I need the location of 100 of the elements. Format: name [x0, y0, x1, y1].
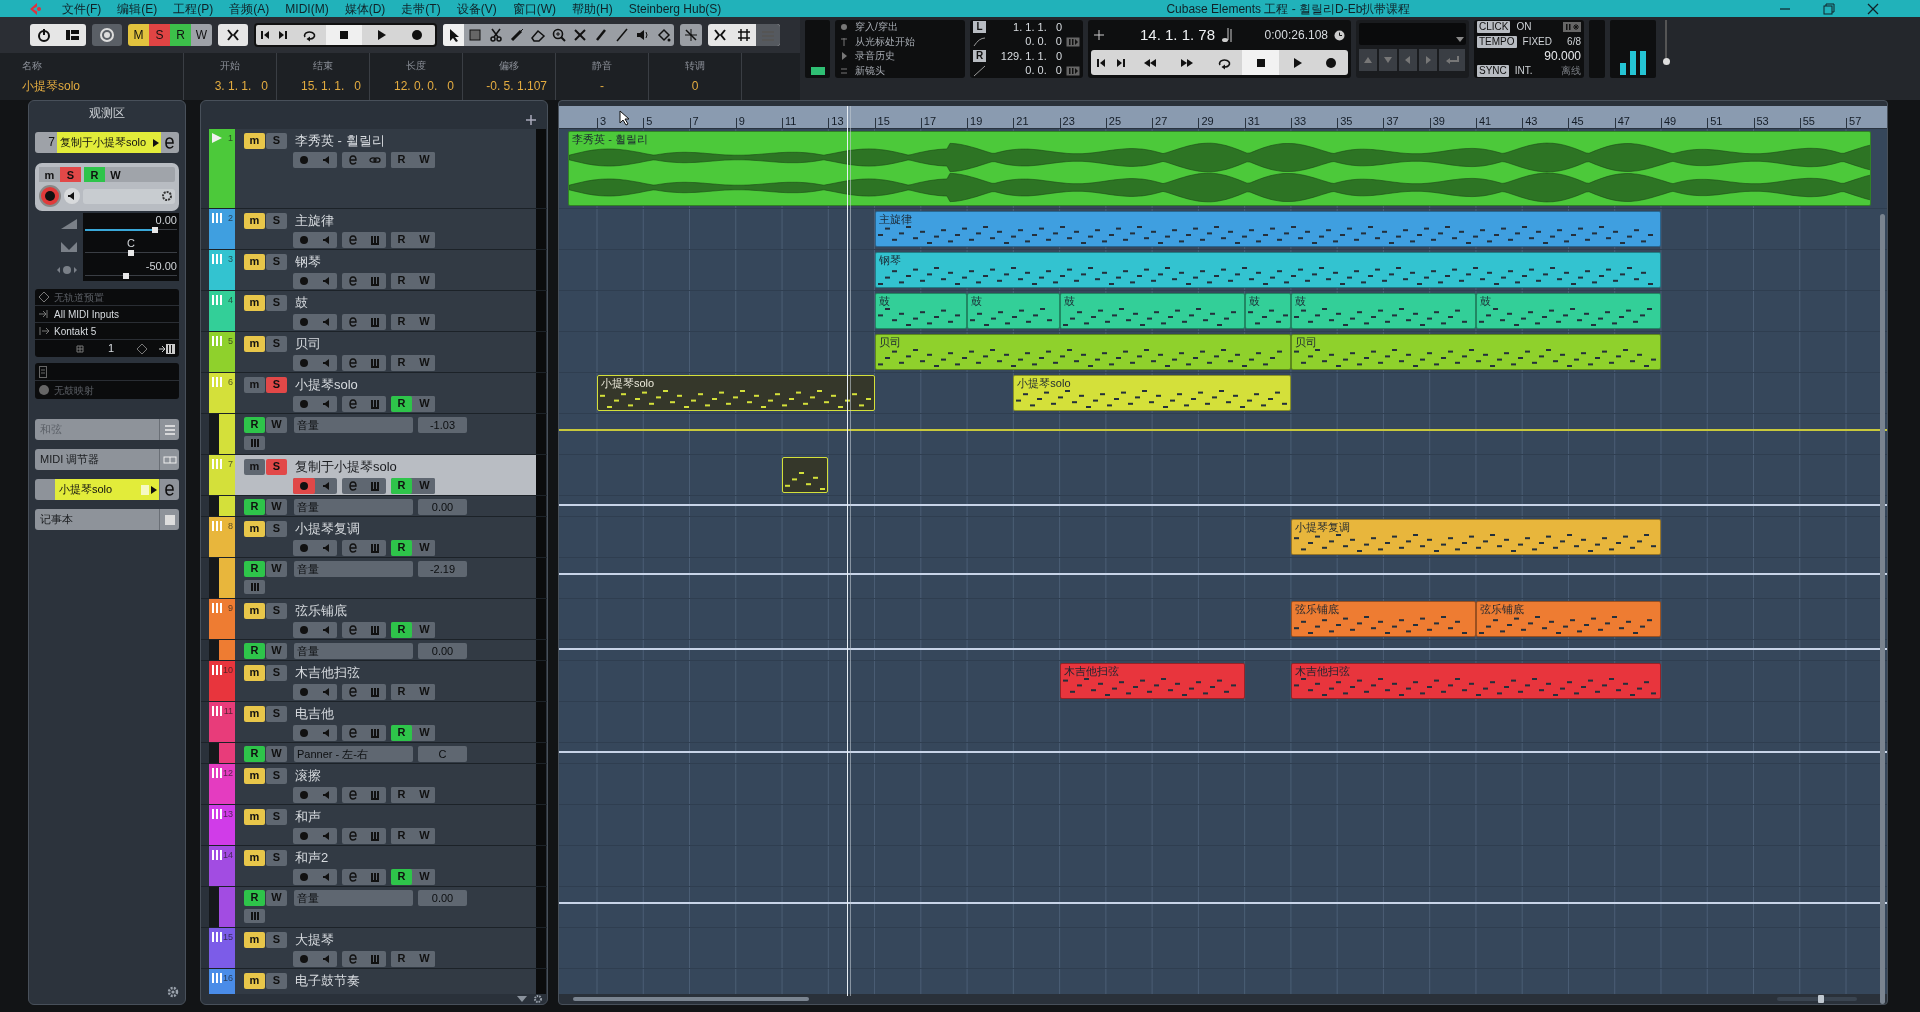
- read-button[interactable]: R: [391, 477, 412, 494]
- read-button[interactable]: R: [84, 167, 105, 182]
- track-header[interactable]: m S 小提琴复调 R W: [235, 516, 536, 557]
- track-name[interactable]: 小提琴复调: [295, 522, 360, 536]
- mode-button[interactable]: R: [170, 24, 191, 46]
- solo-button[interactable]: S: [60, 167, 81, 182]
- locator-value[interactable]: 0. 0. 0: [990, 65, 1062, 77]
- midi-part[interactable]: 贝司: [874, 334, 1291, 370]
- read-button[interactable]: R: [244, 745, 265, 762]
- position-display[interactable]: 14. 1. 1. 78: [1140, 23, 1216, 47]
- mute-button[interactable]: m: [244, 132, 265, 149]
- routing-field[interactable]: Kontakt 5: [54, 323, 97, 339]
- mute-button[interactable]: m: [244, 294, 265, 311]
- track-header[interactable]: m S 和声2 R W: [235, 845, 536, 886]
- read-button[interactable]: R: [391, 539, 412, 556]
- locator-value[interactable]: 129. 1. 1. 0: [990, 50, 1062, 62]
- track-name[interactable]: 李秀英 - 휠릴리: [295, 134, 385, 148]
- mute-button[interactable]: m: [244, 849, 265, 866]
- read-button[interactable]: R: [391, 621, 412, 638]
- slider-value[interactable]: 0.00: [85, 215, 177, 227]
- track-name[interactable]: 电子鼓节奏: [295, 974, 360, 988]
- track-name[interactable]: 木吉他扫弦: [295, 666, 360, 680]
- mute-button[interactable]: m: [244, 972, 265, 989]
- solo-button[interactable]: S: [266, 376, 287, 393]
- tempo-value[interactable]: 90.000: [1544, 50, 1581, 63]
- midi-part[interactable]: 贝司: [1290, 334, 1661, 370]
- field-value[interactable]: -0. 5. 1.107: [471, 77, 547, 95]
- midi-part[interactable]: 鼓: [967, 293, 1060, 329]
- midi-part[interactable]: 木吉他扫弦: [1290, 663, 1661, 699]
- read-button[interactable]: R: [244, 642, 265, 659]
- menu-item[interactable]: 走带(T): [401, 0, 441, 18]
- menu-item[interactable]: Steinberg Hub(S): [628, 0, 722, 18]
- menu-item[interactable]: 设备(V): [456, 0, 497, 18]
- read-button[interactable]: R: [391, 395, 412, 412]
- menu-item[interactable]: MIDI(M): [285, 0, 329, 18]
- midi-part[interactable]: 钢琴: [874, 252, 1661, 288]
- mode-button[interactable]: W: [191, 24, 212, 46]
- midi-part[interactable]: 鼓: [1290, 293, 1476, 329]
- midi-part[interactable]: 鼓: [1475, 293, 1661, 329]
- mute-button[interactable]: m: [244, 705, 265, 722]
- routing-field[interactable]: All MIDI Inputs: [54, 306, 120, 322]
- track-name[interactable]: 主旋律: [295, 214, 334, 228]
- track-name[interactable]: 电吉他: [295, 707, 334, 721]
- time-display[interactable]: 0:00:26.108: [1264, 26, 1328, 44]
- read-button[interactable]: R: [391, 724, 412, 741]
- field-value[interactable]: 15. 1. 1. 0: [285, 77, 361, 95]
- audio-event[interactable]: 李秀英 - 휠릴리: [568, 131, 1871, 206]
- click-button[interactable]: CLICK: [1477, 21, 1511, 34]
- track-name[interactable]: 鼓: [295, 296, 308, 310]
- mute-button[interactable]: m: [244, 767, 265, 784]
- field-value[interactable]: 12. 0. 0. 0: [378, 77, 454, 95]
- track-name[interactable]: 钢琴: [295, 255, 321, 269]
- transport-option[interactable]: 录音历史: [855, 51, 895, 62]
- mute-button[interactable]: m: [39, 167, 60, 182]
- track-name[interactable]: 和声: [295, 810, 321, 824]
- midi-part[interactable]: 鼓: [1059, 293, 1245, 329]
- read-button[interactable]: R: [391, 868, 412, 885]
- track-name[interactable]: 滚擦: [295, 769, 321, 783]
- track-name[interactable]: 贝司: [295, 337, 321, 351]
- inspector-section[interactable]: 小提琴solo: [35, 479, 179, 500]
- track-name[interactable]: 复制于小提琴solo: [295, 460, 397, 474]
- mute-button[interactable]: m: [244, 212, 265, 229]
- mute-button[interactable]: m: [244, 253, 265, 270]
- track-name-field[interactable]: 复制于小提琴solo: [57, 132, 161, 153]
- midi-part[interactable]: 鼓: [1244, 293, 1291, 329]
- track-header[interactable]: m S 弦乐铺底 R W: [235, 598, 536, 639]
- track-header[interactable]: m S 小提琴solo R W: [235, 372, 536, 413]
- mode-button[interactable]: S: [149, 24, 170, 46]
- transport-option[interactable]: 穿入/穿出: [855, 22, 898, 33]
- transport-option[interactable]: 新镜头: [855, 65, 885, 76]
- field-value[interactable]: -: [564, 77, 640, 95]
- midi-part[interactable]: 小提琴solo: [1013, 375, 1291, 411]
- locator-value[interactable]: 1. 1. 1. 0: [990, 21, 1062, 33]
- read-button[interactable]: R: [244, 889, 265, 906]
- track-header[interactable]: m S 电吉他 R W: [235, 701, 536, 742]
- midi-part[interactable]: 小提琴solo: [597, 375, 875, 411]
- midi-part[interactable]: 木吉他扫弦: [1059, 663, 1245, 699]
- read-button[interactable]: R: [244, 560, 265, 577]
- track-header[interactable]: m S 电子鼓节奏: [235, 968, 536, 994]
- mute-button[interactable]: m: [244, 520, 265, 537]
- track-name[interactable]: 和声2: [295, 851, 329, 865]
- mute-button[interactable]: m: [244, 602, 265, 619]
- midi-part[interactable]: 小提琴复调: [1290, 519, 1661, 555]
- menu-item[interactable]: 文件(F): [62, 0, 102, 18]
- mute-button[interactable]: m: [244, 335, 265, 352]
- menu-item[interactable]: 编辑(E): [117, 0, 158, 18]
- time-signature[interactable]: 6/8: [1567, 36, 1581, 47]
- menu-item[interactable]: 帮助(H): [572, 0, 613, 18]
- track-name[interactable]: 小提琴solo: [295, 378, 358, 392]
- slider-value[interactable]: C: [85, 238, 177, 249]
- timeline-ruler[interactable]: 3 5 7 9 11 13 15 17 19 21 23 25 27 29 31 33 35 37 39 41 43 45 47 49 51 53 55 57: [559, 106, 1887, 129]
- mute-button[interactable]: m: [244, 808, 265, 825]
- track-header[interactable]: m S 李秀英 - 휠릴리 R W: [235, 128, 536, 208]
- menu-item[interactable]: 媒体(D): [344, 0, 386, 18]
- track-name[interactable]: 弦乐铺底: [295, 604, 347, 618]
- track-name[interactable]: 大提琴: [295, 933, 334, 947]
- mute-button[interactable]: m: [244, 931, 265, 948]
- midi-part[interactable]: 鼓: [874, 293, 968, 329]
- inspector-section[interactable]: 记事本: [35, 509, 179, 530]
- solo-button[interactable]: S: [266, 458, 287, 475]
